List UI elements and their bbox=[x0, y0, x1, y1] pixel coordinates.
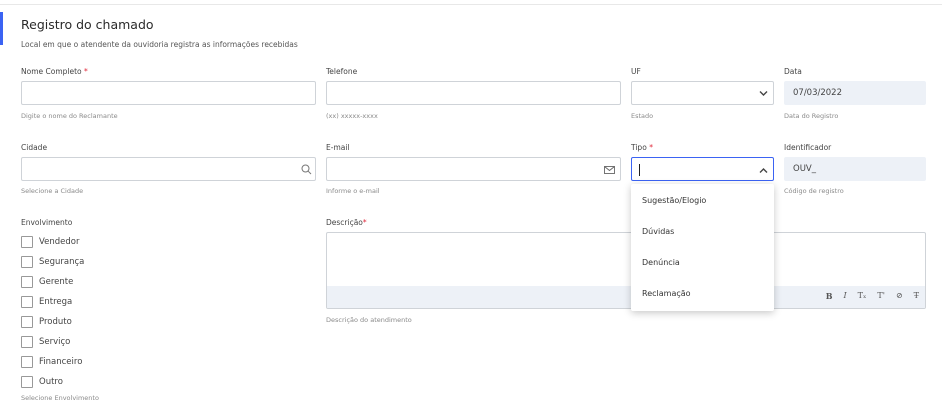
search-icon[interactable] bbox=[301, 164, 312, 175]
data-field: 07/03/2022 bbox=[784, 81, 926, 105]
checkbox-vendedor[interactable]: Vendedor bbox=[21, 232, 84, 252]
link-button[interactable]: ⊘ bbox=[896, 291, 903, 301]
checkbox-label: Produto bbox=[39, 317, 72, 327]
checkbox-label: Gerente bbox=[39, 277, 74, 287]
cidade-field[interactable] bbox=[21, 157, 316, 182]
checkbox-box[interactable] bbox=[21, 336, 33, 348]
checkbox-label: Serviço bbox=[39, 337, 71, 347]
data-value: 07/03/2022 bbox=[793, 88, 842, 98]
envolvimento-label: Envolvimento bbox=[21, 218, 73, 227]
superscript-button[interactable]: T' bbox=[877, 291, 885, 301]
checkbox-financeiro[interactable]: Financeiro bbox=[21, 352, 84, 372]
chevron-down-icon[interactable] bbox=[759, 90, 768, 97]
checkbox-box[interactable] bbox=[21, 316, 33, 328]
checkbox-box[interactable] bbox=[21, 296, 33, 308]
checkbox-entrega[interactable]: Entrega bbox=[21, 292, 84, 312]
email-label: E-mail bbox=[326, 143, 350, 152]
email-help: Informe o e-mail bbox=[326, 187, 380, 195]
dropdown-option-denuncia[interactable]: Denúncia bbox=[631, 247, 774, 278]
uf-select[interactable] bbox=[631, 81, 774, 105]
checkbox-label: Financeiro bbox=[39, 357, 83, 367]
dropdown-option-reclamacao[interactable]: Reclamação bbox=[631, 278, 774, 309]
page-title: Registro do chamado bbox=[21, 17, 154, 32]
identificador-help: Código de registro bbox=[784, 187, 844, 195]
bold-button[interactable]: B bbox=[826, 291, 833, 301]
editor-toolbar: B I Tₓ T' ⊘ T̶ bbox=[327, 286, 925, 308]
telefone-label: Telefone bbox=[326, 67, 358, 76]
uf-label: UF bbox=[631, 67, 641, 76]
section-accent-bar bbox=[0, 12, 3, 45]
data-label: Data bbox=[784, 67, 802, 76]
descricao-label: Descrição* bbox=[326, 218, 367, 227]
checkbox-label: Vendedor bbox=[39, 237, 80, 247]
checkbox-box[interactable] bbox=[21, 256, 33, 268]
telefone-field[interactable] bbox=[326, 81, 621, 106]
nome-help: Digite o nome do Reclamante bbox=[21, 112, 118, 120]
dropdown-option-duvidas[interactable]: Dúvidas bbox=[631, 216, 774, 247]
nome-field[interactable] bbox=[21, 81, 316, 106]
strikethrough-button[interactable]: T̶ bbox=[914, 291, 919, 301]
email-input[interactable] bbox=[327, 159, 620, 182]
tipo-label: Tipo * bbox=[631, 143, 653, 152]
text-caret bbox=[639, 164, 640, 176]
envolvimento-checklist: Vendedor Segurança Gerente Entrega Produ… bbox=[21, 232, 84, 392]
identificador-value: OUV_ bbox=[793, 164, 816, 174]
checkbox-gerente[interactable]: Gerente bbox=[21, 272, 84, 292]
checkbox-label: Outro bbox=[39, 377, 63, 387]
cidade-help: Selecione a Cidade bbox=[21, 187, 84, 195]
email-field[interactable] bbox=[326, 157, 621, 182]
checkbox-box[interactable] bbox=[21, 376, 33, 388]
descricao-editor[interactable]: B I Tₓ T' ⊘ T̶ bbox=[326, 232, 926, 309]
cidade-input[interactable] bbox=[22, 159, 315, 182]
dropdown-option-sugestao[interactable]: Sugestão/Elogio bbox=[631, 185, 774, 216]
identificador-label: Identificador bbox=[784, 143, 832, 152]
checkbox-seguranca[interactable]: Segurança bbox=[21, 252, 84, 272]
top-divider bbox=[0, 4, 942, 5]
data-help: Data do Registro bbox=[784, 112, 839, 120]
checkbox-label: Segurança bbox=[39, 257, 85, 267]
checkbox-box[interactable] bbox=[21, 276, 33, 288]
cidade-label: Cidade bbox=[21, 143, 48, 152]
nome-input[interactable] bbox=[22, 83, 315, 106]
clear-format-button[interactable]: Tₓ bbox=[858, 291, 867, 301]
envolvimento-help: Selecione Envolvimento bbox=[21, 394, 99, 402]
uf-help: Estado bbox=[631, 112, 654, 120]
chevron-up-icon[interactable] bbox=[759, 167, 768, 174]
page-subtitle: Local em que o atendente da ouvidoria re… bbox=[21, 40, 298, 49]
envelope-icon bbox=[604, 166, 615, 174]
italic-button[interactable]: I bbox=[844, 291, 847, 301]
telefone-help: (xx) xxxxx-xxxx bbox=[326, 112, 378, 120]
telefone-input[interactable] bbox=[327, 83, 620, 106]
checkbox-box[interactable] bbox=[21, 356, 33, 368]
tipo-select[interactable] bbox=[631, 157, 774, 181]
checkbox-servico[interactable]: Serviço bbox=[21, 332, 84, 352]
checkbox-produto[interactable]: Produto bbox=[21, 312, 84, 332]
checkbox-box[interactable] bbox=[21, 236, 33, 248]
identificador-field: OUV_ bbox=[784, 157, 926, 181]
descricao-help: Descrição do atendimento bbox=[326, 316, 412, 324]
tipo-dropdown-menu: Sugestão/Elogio Dúvidas Denúncia Reclama… bbox=[631, 184, 774, 311]
checkbox-label: Entrega bbox=[39, 297, 73, 307]
nome-label: Nome Completo * bbox=[21, 67, 88, 76]
checkbox-outro[interactable]: Outro bbox=[21, 372, 84, 392]
